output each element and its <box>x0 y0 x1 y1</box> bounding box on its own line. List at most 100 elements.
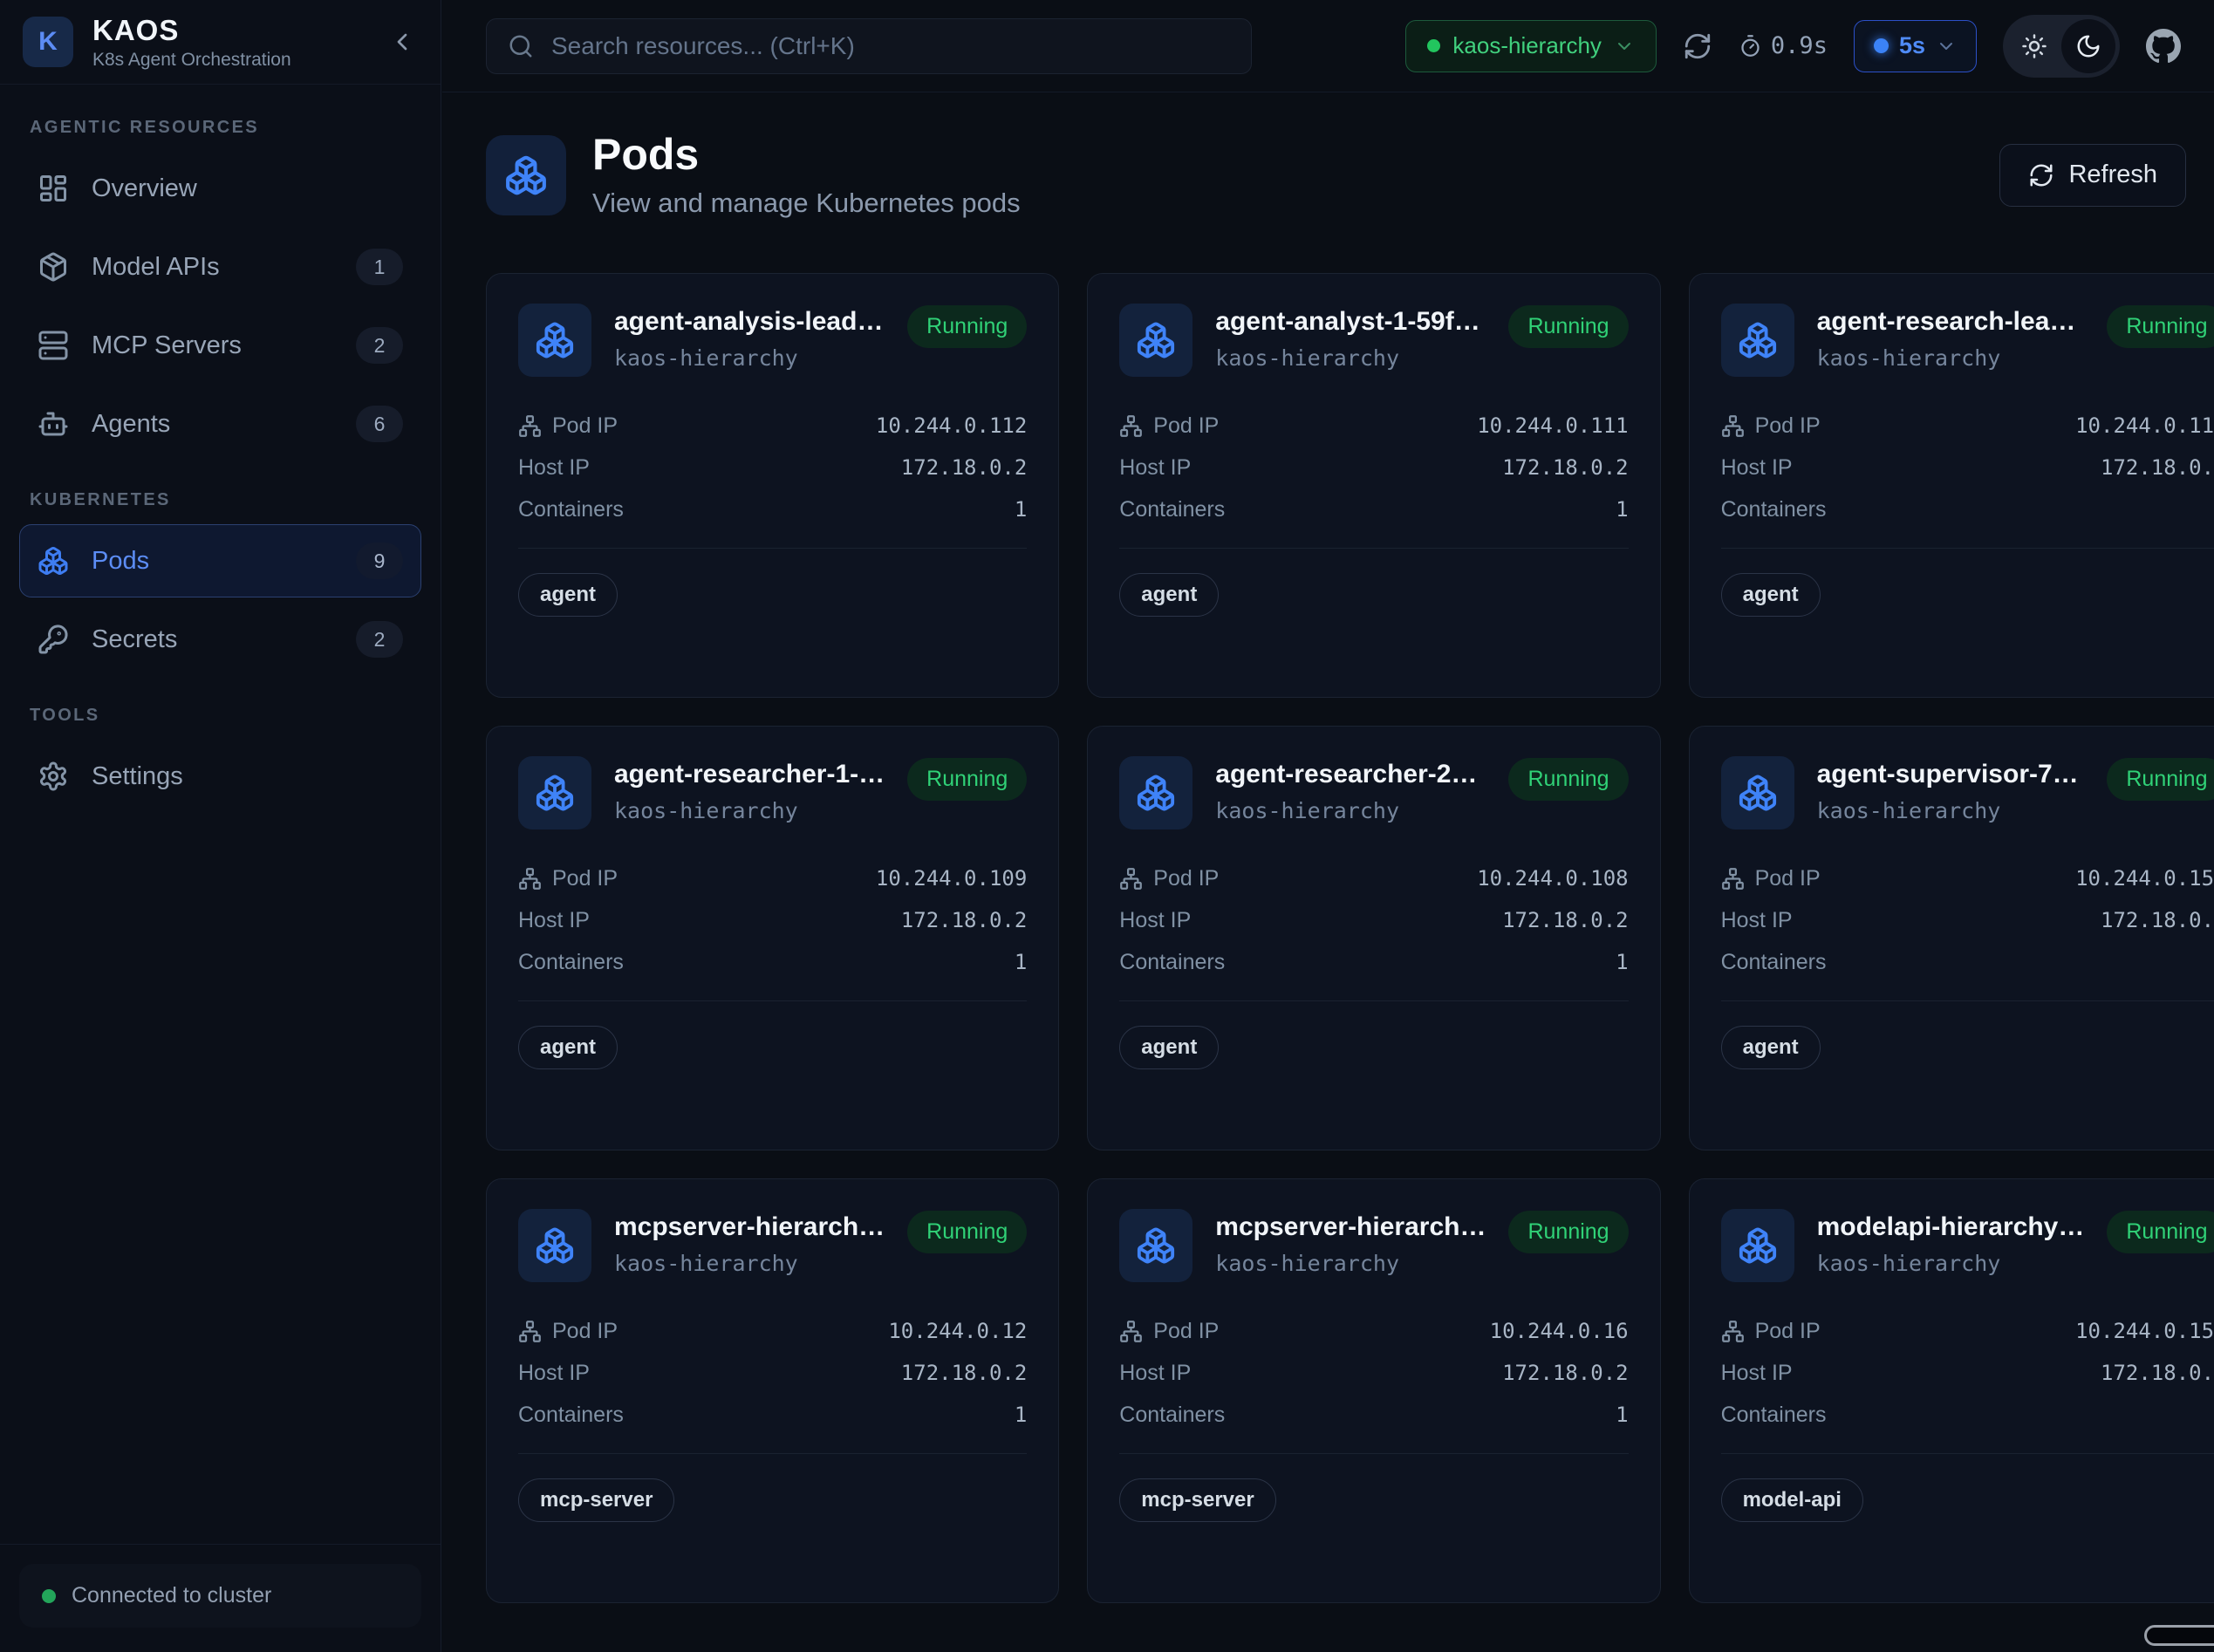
github-icon <box>2146 29 2181 64</box>
host-ip-value: 172.18.0.2 <box>1502 455 1629 480</box>
server-icon <box>38 330 69 361</box>
sidebar-collapse-button[interactable] <box>388 28 416 56</box>
dark-theme-button[interactable] <box>2061 19 2115 73</box>
dashboard-icon <box>38 173 69 204</box>
sidebar-item-secrets[interactable]: Secrets 2 <box>19 603 421 676</box>
container-tag: mcp-server <box>1119 1478 1275 1522</box>
pod-icon-tile <box>1721 304 1794 377</box>
host-ip-value: 172.18.0.2 <box>2101 908 2214 932</box>
host-ip-row: Host IP 172.18.0.2 <box>1721 447 2214 488</box>
page-header: Pods View and manage Kubernetes pods Ref… <box>486 131 2186 219</box>
namespace-context-dropdown[interactable]: kaos-hierarchy <box>1405 20 1657 72</box>
pod-ip-row: Pod IP 10.244.0.154 <box>1721 1310 2214 1352</box>
sync-button[interactable] <box>1683 31 1712 61</box>
pod-ip-value: 10.244.0.110 <box>2075 413 2214 438</box>
containers-row: Containers 1 <box>1119 488 1628 530</box>
sidebar-item-overview[interactable]: Overview <box>19 152 421 225</box>
boxes-icon <box>535 773 575 813</box>
context-status-dot-icon <box>1427 39 1440 52</box>
pod-card[interactable]: agent-researcher-1-… kaos-hierarchy Runn… <box>486 726 1059 1150</box>
cluster-status-label: Connected to cluster <box>72 1583 271 1608</box>
main-content: Pods View and manage Kubernetes pods Ref… <box>442 92 2214 1652</box>
host-ip-value: 172.18.0.2 <box>1502 908 1629 932</box>
containers-value: 1 <box>1015 950 1027 974</box>
pod-card[interactable]: agent-analyst-1-59f… kaos-hierarchy Runn… <box>1087 273 1660 698</box>
containers-label: Containers <box>518 1403 624 1428</box>
containers-label: Containers <box>518 950 624 975</box>
pod-namespace: kaos-hierarchy <box>1215 798 1486 823</box>
status-badge: Running <box>907 1211 1027 1253</box>
pod-ip-row: Pod IP 10.244.0.108 <box>1119 857 1628 899</box>
interval-label: 5s <box>1899 32 1925 59</box>
host-ip-value: 172.18.0.2 <box>901 455 1028 480</box>
pod-ip-label: Pod IP <box>552 1319 618 1344</box>
key-icon <box>38 624 69 655</box>
container-tag: agent <box>518 1026 618 1069</box>
latency-value: 0.9s <box>1771 32 1828 59</box>
pod-ip-row: Pod IP 10.244.0.16 <box>1119 1310 1628 1352</box>
latency-indicator: 0.9s <box>1739 32 1828 59</box>
boxes-icon <box>535 320 575 360</box>
pod-ip-value: 10.244.0.12 <box>888 1319 1027 1343</box>
containers-value: 1 <box>1015 497 1027 522</box>
pod-ip-row: Pod IP 10.244.0.110 <box>1721 405 2214 447</box>
cluster-status: Connected to cluster <box>19 1564 421 1628</box>
theme-toggle <box>2003 15 2120 78</box>
network-icon <box>518 867 542 891</box>
status-badge: Running <box>907 305 1027 348</box>
github-link[interactable] <box>2146 29 2181 64</box>
host-ip-label: Host IP <box>518 1361 590 1386</box>
status-dot-icon <box>42 1589 56 1603</box>
card-divider <box>1119 1453 1628 1454</box>
host-ip-label: Host IP <box>1119 1361 1191 1386</box>
container-tag: agent <box>518 573 618 617</box>
pod-ip-label: Pod IP <box>1153 413 1219 439</box>
interval-dot-icon <box>1874 38 1889 53</box>
pod-name: mcpserver-hierarch… <box>614 1212 885 1242</box>
pod-card[interactable]: modelapi-hierarchy… kaos-hierarchy Runni… <box>1689 1178 2214 1603</box>
containers-row: Containers 1 <box>1119 941 1628 983</box>
pod-name: agent-research-lea… <box>1817 307 2085 337</box>
sidebar-item-agents[interactable]: Agents 6 <box>19 387 421 461</box>
pod-namespace: kaos-hierarchy <box>1817 345 2085 371</box>
sidebar-item-settings[interactable]: Settings <box>19 740 421 813</box>
sidebar-nav: AGENTIC RESOURCES Overview Model APIs 1 … <box>0 85 441 1544</box>
boxes-icon <box>1136 1225 1176 1266</box>
pod-card[interactable]: agent-supervisor-7… kaos-hierarchy Runni… <box>1689 726 2214 1150</box>
sidebar-item-label: MCP Servers <box>92 331 242 360</box>
pod-name: agent-researcher-2… <box>1215 760 1486 789</box>
sidebar-item-model-apis[interactable]: Model APIs 1 <box>19 230 421 304</box>
sidebar-item-mcp-servers[interactable]: MCP Servers 2 <box>19 309 421 382</box>
pod-icon-tile <box>1119 1209 1192 1282</box>
search-input[interactable] <box>550 31 1230 61</box>
chevron-left-icon <box>388 28 416 56</box>
containers-value: 1 <box>1015 1403 1027 1427</box>
sidebar-item-pods[interactable]: Pods 9 <box>19 524 421 597</box>
status-badge: Running <box>2107 1211 2214 1253</box>
sidebar-item-label: Secrets <box>92 625 177 654</box>
host-ip-label: Host IP <box>1721 455 1793 481</box>
pod-card[interactable]: agent-researcher-2… kaos-hierarchy Runni… <box>1087 726 1660 1150</box>
pod-card[interactable]: agent-analysis-lead… kaos-hierarchy Runn… <box>486 273 1059 698</box>
horizontal-scrollbar-thumb[interactable] <box>2144 1625 2214 1646</box>
pod-card[interactable]: mcpserver-hierarch… kaos-hierarchy Runni… <box>1087 1178 1660 1603</box>
refresh-button[interactable]: Refresh <box>1999 144 2186 207</box>
pod-card[interactable]: mcpserver-hierarch… kaos-hierarchy Runni… <box>486 1178 1059 1603</box>
search-box[interactable] <box>486 18 1252 74</box>
boxes-icon <box>38 545 69 577</box>
host-ip-label: Host IP <box>1721 908 1793 933</box>
refresh-interval-dropdown[interactable]: 5s <box>1854 20 1977 72</box>
card-divider <box>518 548 1027 549</box>
status-badge: Running <box>2107 758 2214 801</box>
refresh-icon <box>2028 162 2054 188</box>
pod-namespace: kaos-hierarchy <box>1817 1251 2085 1276</box>
pod-icon-tile <box>1119 756 1192 829</box>
card-divider <box>518 1000 1027 1001</box>
container-tag: model-api <box>1721 1478 1863 1522</box>
pod-card[interactable]: agent-research-lea… kaos-hierarchy Runni… <box>1689 273 2214 698</box>
host-ip-value: 172.18.0.2 <box>2101 455 2214 480</box>
light-theme-button[interactable] <box>2007 19 2061 73</box>
search-icon <box>508 33 534 59</box>
pod-namespace: kaos-hierarchy <box>614 1251 885 1276</box>
host-ip-label: Host IP <box>518 455 590 481</box>
